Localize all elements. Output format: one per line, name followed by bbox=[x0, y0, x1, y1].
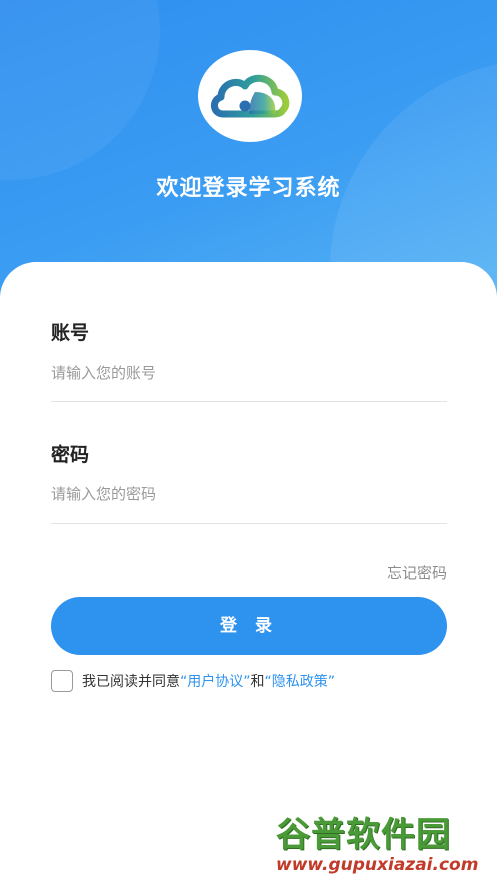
forgot-password-link[interactable]: 忘记密码 bbox=[320, 562, 447, 583]
password-label: 密码 bbox=[51, 444, 90, 466]
login-button[interactable]: 登 录 bbox=[51, 597, 447, 655]
app-logo bbox=[198, 50, 302, 142]
account-label: 账号 bbox=[51, 322, 90, 344]
password-divider bbox=[51, 523, 447, 524]
agreement-checkbox[interactable] bbox=[51, 670, 73, 692]
account-divider bbox=[51, 401, 447, 402]
background-circle bbox=[0, 0, 160, 180]
account-input[interactable] bbox=[51, 358, 447, 388]
watermark: 谷普软件园 www.gupuxiazai.com bbox=[270, 803, 497, 883]
privacy-policy-link[interactable]: “隐私政策” bbox=[265, 674, 336, 690]
watermark-title: 谷普软件园 bbox=[276, 815, 451, 855]
welcome-title: 欢迎登录学习系统 bbox=[156, 176, 341, 201]
agreement-prefix: 我已阅读并同意 bbox=[82, 674, 180, 690]
password-input[interactable] bbox=[51, 479, 447, 509]
header-banner: 欢迎登录学习系统 bbox=[0, 0, 497, 300]
agreement-conjunction: 和 bbox=[250, 674, 265, 690]
user-agreement-link[interactable]: “用户协议” bbox=[180, 674, 251, 690]
cloud-logo-icon bbox=[211, 74, 290, 118]
agreement-text: 我已阅读并同意“用户协议”和“隐私政策” bbox=[82, 671, 335, 691]
watermark-url: www.gupuxiazai.com bbox=[276, 855, 479, 875]
